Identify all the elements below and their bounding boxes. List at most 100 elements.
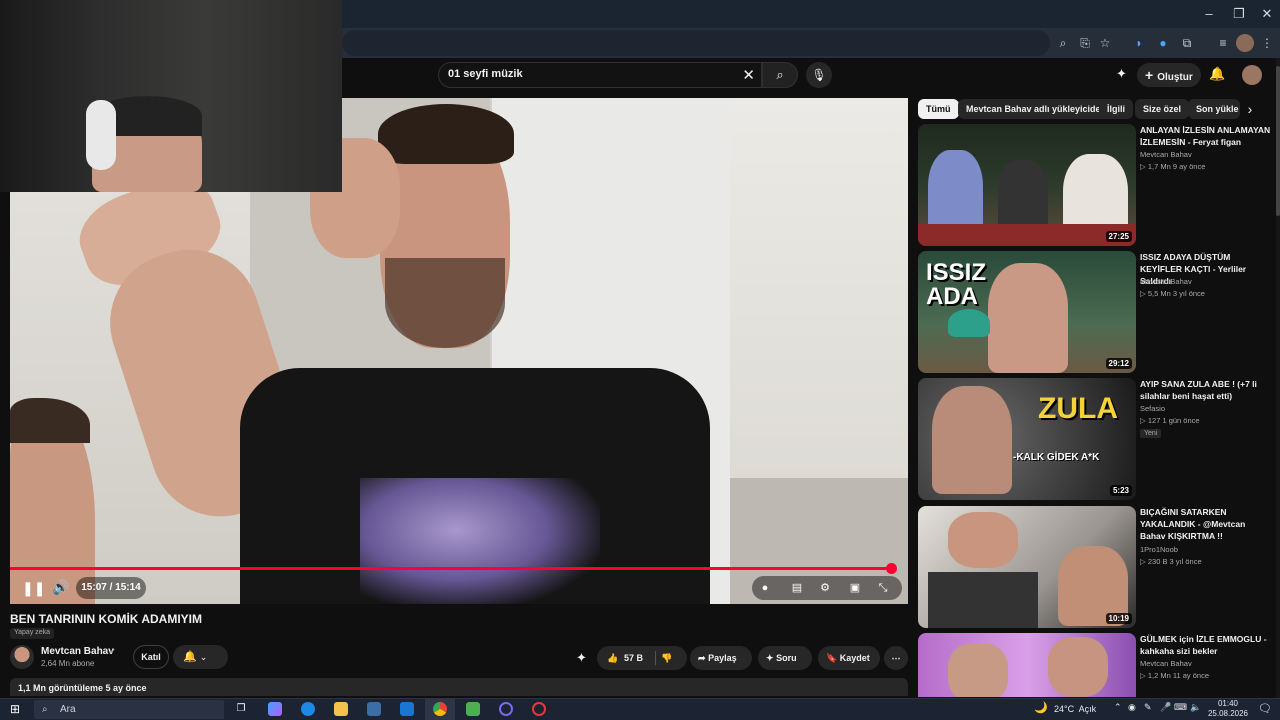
bell-icon: 🔔: [183, 651, 197, 663]
sparkle-icon: ✦: [766, 653, 774, 663]
subscribed-bell-button[interactable]: 🔔 ⌄: [173, 645, 228, 669]
network-icon[interactable]: ⌨: [1174, 702, 1187, 713]
tray-chevron-icon[interactable]: ⌃: [1114, 702, 1122, 713]
edge-browser-icon[interactable]: [301, 702, 315, 716]
chip-for-you[interactable]: Size özel: [1135, 99, 1190, 119]
description-box[interactable]: 1,1 Mn görüntüleme 5 ay önce: [10, 678, 908, 696]
channel-avatar[interactable]: [10, 645, 34, 669]
speaker-icon[interactable]: 🔈: [1190, 702, 1201, 713]
related-thumbnail[interactable]: [918, 633, 1136, 697]
windows-start-icon[interactable]: ⊞: [10, 702, 20, 716]
chip-recent[interactable]: Son yükle: [1188, 99, 1240, 119]
like-icon[interactable]: 👍: [607, 646, 618, 670]
gemini-sparkle-icon[interactable]: ✦: [1116, 66, 1127, 82]
taskbar-clock[interactable]: 01:40 25.08.2026: [1206, 699, 1250, 719]
subtitles-icon[interactable]: ▤: [788, 579, 806, 597]
related-title[interactable]: BIÇAĞINI SATARKEN YAKALANDIK - @Mevtcan …: [1140, 506, 1272, 542]
zoom-icon[interactable]: ⌕: [1054, 34, 1072, 52]
new-badge: Yeni: [1140, 429, 1162, 438]
extensions-puzzle-icon[interactable]: ⧉: [1178, 34, 1196, 52]
related-thumbnail[interactable]: 10:19: [918, 506, 1136, 628]
cast-icon[interactable]: ⎘: [1076, 34, 1094, 52]
clear-search-icon[interactable]: ✕: [742, 66, 755, 84]
related-thumbnail[interactable]: ZULA -KALK GİDEK A*K 5:23: [918, 378, 1136, 500]
related-channel[interactable]: Mevtcan Bahav: [1140, 659, 1192, 668]
related-title[interactable]: ANLAYAN İZLESİN ANLAMAYAN İZLEMESİN - Fe…: [1140, 124, 1272, 148]
related-thumbnail[interactable]: 27:25: [918, 124, 1136, 246]
related-channel[interactable]: Mevtcan Bahav: [1140, 150, 1192, 159]
pen-icon[interactable]: ✎: [1144, 702, 1152, 713]
ai-sparkle-icon[interactable]: ✦: [576, 650, 587, 666]
minimize-icon[interactable]: –: [1200, 5, 1218, 23]
mail-icon[interactable]: [400, 702, 414, 716]
copilot-icon[interactable]: [268, 702, 282, 716]
related-thumbnail[interactable]: ISSIZ ADA 29:12: [918, 251, 1136, 373]
related-channel[interactable]: 1Pro1Noob: [1140, 545, 1178, 554]
task-view-icon[interactable]: ❐: [234, 702, 248, 716]
scrubber-handle[interactable]: [885, 563, 897, 574]
account-avatar[interactable]: [1242, 65, 1262, 85]
notifications-bell-icon[interactable]: 🔔: [1209, 66, 1225, 82]
save-button[interactable]: 🔖 Kaydet: [818, 646, 880, 670]
search-input[interactable]: 01 seyfi müzik ✕: [438, 62, 762, 88]
clock-time: 01:40: [1217, 699, 1239, 708]
duration-badge: 10:19: [1105, 613, 1132, 624]
extension-icon[interactable]: ●: [1154, 34, 1172, 52]
miniplayer-icon[interactable]: ▣: [846, 579, 864, 597]
weather-text[interactable]: 24°C Açık: [1054, 704, 1096, 714]
settings-gear-icon[interactable]: ⚙: [816, 579, 834, 597]
related-meta: ▷ 230 B 3 yıl önce: [1140, 557, 1202, 566]
chip-all[interactable]: Tümü: [918, 99, 959, 119]
save-label: Kaydet: [839, 653, 870, 663]
related-title[interactable]: AYIP SANA ZULA ABE ! (+7 li silahlar ben…: [1140, 378, 1272, 402]
related-channel[interactable]: Mevtcan Bahav: [1140, 277, 1192, 286]
thumbnail-subtext: -KALK GİDEK A*K: [1013, 452, 1100, 463]
chip-from-uploader[interactable]: Mevtcan Bahav adlı yükleyiciden: [958, 99, 1115, 119]
close-window-icon[interactable]: ✕: [1258, 5, 1276, 23]
player-right-controls: ● ▤ ⚙ ▣ ⤡: [752, 576, 902, 600]
search-button[interactable]: ⌕: [762, 62, 798, 88]
voice-search-button[interactable]: 🎙: [806, 62, 832, 88]
like-dislike-pill: 👍 57 B 👎: [597, 646, 687, 670]
restore-icon[interactable]: ❐: [1230, 5, 1248, 23]
file-explorer-icon[interactable]: [334, 702, 348, 716]
join-button[interactable]: Katıl: [133, 645, 169, 669]
volume-icon[interactable]: 🔊: [52, 579, 69, 596]
chrome-icon[interactable]: [433, 702, 447, 716]
scrollbar-thumb[interactable]: [1276, 66, 1280, 216]
share-button[interactable]: ➦ Paylaş: [690, 646, 752, 670]
related-title[interactable]: GÜLMEK için İZLE EMMOGLU - kahkaha sizi …: [1140, 633, 1272, 657]
chevron-right-icon[interactable]: ›: [1240, 99, 1260, 119]
profile-avatar-icon[interactable]: [1236, 34, 1254, 52]
menu-kebab-icon[interactable]: ⋮: [1258, 34, 1276, 52]
dislike-icon[interactable]: 👎: [661, 646, 672, 670]
create-button[interactable]: + Oluştur: [1137, 63, 1201, 87]
record-icon[interactable]: ◉: [1128, 702, 1136, 713]
taskbar-search[interactable]: ⌕ Ara: [34, 700, 224, 719]
plus-icon: +: [1145, 67, 1154, 83]
fullscreen-icon[interactable]: ⤡: [874, 579, 892, 597]
time-display: 15:07 / 15:14: [76, 577, 146, 599]
app-icon[interactable]: [532, 702, 546, 716]
channel-name[interactable]: Mevtcan Bahav: [41, 646, 114, 657]
autoplay-toggle-icon[interactable]: ●: [756, 579, 774, 597]
minecraft-icon[interactable]: [466, 702, 480, 716]
chip-related[interactable]: İlgili: [1099, 99, 1133, 119]
bookmark-star-icon[interactable]: ☆: [1096, 34, 1114, 52]
related-meta: ▷ 127 1 gün önce: [1140, 416, 1200, 425]
extension-icon[interactable]: ◗: [1130, 34, 1148, 52]
search-icon: ⌕: [776, 67, 784, 82]
related-channel[interactable]: Sefasio: [1140, 404, 1165, 413]
more-actions-icon[interactable]: ⋯: [884, 646, 908, 670]
notification-center-icon[interactable]: 🗨: [1258, 702, 1272, 715]
search-query: 01 seyfi müzik: [448, 68, 523, 80]
tab-list-icon[interactable]: ≡: [1214, 34, 1232, 52]
ask-button[interactable]: ✦ Soru: [758, 646, 812, 670]
app-icon[interactable]: [499, 702, 513, 716]
pause-icon[interactable]: ❚❚: [22, 580, 45, 597]
like-count[interactable]: 57 B: [624, 646, 643, 670]
address-bar[interactable]: [342, 30, 1050, 56]
store-icon[interactable]: [367, 702, 381, 716]
create-label: Oluştur: [1157, 72, 1193, 83]
microphone-icon[interactable]: 🎤: [1160, 702, 1171, 713]
